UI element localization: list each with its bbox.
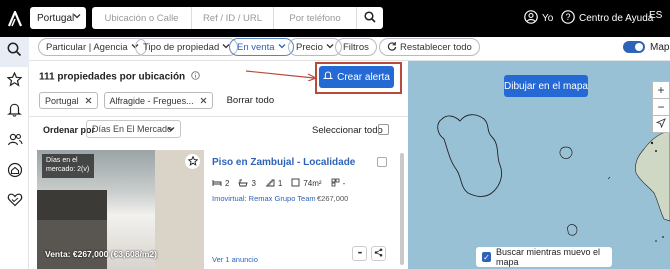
area: 74m² <box>291 178 322 189</box>
star-icon <box>6 71 23 92</box>
listing-features: 2 3 1 74m² - <box>212 178 345 189</box>
create-alert-button[interactable]: Crear alerta <box>319 66 394 88</box>
help-label: Centro de Ayuda <box>579 13 654 24</box>
nav-alerts[interactable] <box>0 97 29 127</box>
search-icon <box>7 42 22 62</box>
sale-price: Venta: €267,000 (€3,608/m2) <box>45 249 157 259</box>
help-center-link[interactable]: ? Centro de Ayuda <box>561 10 653 27</box>
grid-icon <box>331 178 340 189</box>
nav-search[interactable] <box>0 37 29 67</box>
navigation-arrow-icon <box>655 117 666 131</box>
bath-icon <box>238 179 249 189</box>
help-icon: ? <box>561 10 575 27</box>
top-navigation-bar: Portugal Ubicación o Calle Ref / ID / UR… <box>0 0 670 37</box>
listing-card[interactable]: Días en el mercado: 2(v) Venta: €267,000… <box>37 150 399 269</box>
stairs-icon <box>265 179 275 189</box>
advertiser-filter[interactable]: Particular | Agencia <box>38 38 147 56</box>
user-menu[interactable]: Yo <box>524 10 553 27</box>
reset-icon <box>387 41 397 54</box>
user-icon <box>524 10 538 27</box>
filter-chip[interactable]: Portugal <box>39 92 98 109</box>
share-button[interactable] <box>371 246 386 261</box>
nav-deals[interactable] <box>0 187 29 217</box>
bathrooms: 3 <box>238 179 256 189</box>
days-on-market-tag: Días en el mercado: 2(v) <box>42 154 94 178</box>
people-icon <box>7 132 23 152</box>
kitchen-cabinet <box>37 190 107 220</box>
star-icon <box>187 153 198 171</box>
chevron-down-icon <box>167 125 175 135</box>
property-type-filter[interactable]: Tipo de propiedad <box>135 38 239 56</box>
search-bar: Ubicación o Calle Ref / ID / URL Por tel… <box>92 7 383 29</box>
more-dots-icon: ••• <box>357 250 362 257</box>
close-icon[interactable] <box>200 96 207 106</box>
country-value: Portugal <box>37 12 75 24</box>
view-listings-link[interactable]: Ver 1 anuncio <box>212 255 258 264</box>
locate-button[interactable] <box>652 115 670 133</box>
phone-search-input[interactable]: Por teléfono <box>274 7 357 29</box>
close-icon[interactable] <box>85 96 92 106</box>
divider <box>29 116 408 117</box>
nav-favorites[interactable] <box>0 67 29 97</box>
share-icon <box>374 248 383 259</box>
map-toggle-label: Mapa <box>650 42 670 53</box>
listing-photo[interactable]: Días en el mercado: 2(v) Venta: €267,000… <box>37 150 204 269</box>
select-all-checkbox[interactable] <box>378 124 389 135</box>
zoom-in-button[interactable]: + <box>652 81 670 99</box>
zoom-out-button[interactable]: − <box>652 98 670 116</box>
reset-filters-button[interactable]: Restablecer todo <box>379 38 480 56</box>
side-navigation <box>0 37 29 269</box>
country-select[interactable]: Portugal <box>30 7 86 29</box>
search-button[interactable] <box>357 7 383 29</box>
clear-all-link[interactable]: Borrar todo <box>227 95 275 106</box>
chevron-down-icon <box>73 12 81 23</box>
more-filters-button[interactable]: Filtros <box>335 38 377 56</box>
map-panel[interactable]: Dibujar en el mapa + − ✓ Buscar mientras… <box>408 61 670 269</box>
handshake-heart-icon <box>7 192 23 212</box>
active-filter-chips: Portugal Alfragide - Fregues... Borrar t… <box>39 92 274 109</box>
bed-icon <box>212 179 222 189</box>
arrow-annotation <box>245 70 318 81</box>
house-money-icon <box>7 162 23 183</box>
filter-bar: Particular | Agencia Tipo de propiedad E… <box>29 37 670 61</box>
chevron-down-icon <box>326 42 334 53</box>
draw-on-map-button[interactable]: Dibujar en el mapa <box>504 75 588 97</box>
search-on-map-move[interactable]: ✓ Buscar mientras muevo el mapa <box>476 247 612 267</box>
sort-select[interactable]: Días En El Mercado <box>86 120 181 138</box>
floor: 1 <box>265 179 282 189</box>
list-scrollbar[interactable] <box>400 153 404 265</box>
search-icon <box>364 10 376 26</box>
favorite-button[interactable] <box>185 154 200 169</box>
chevron-down-icon <box>278 42 286 53</box>
info-icon[interactable] <box>191 71 200 83</box>
listing-checkbox[interactable] <box>377 157 387 167</box>
nav-valuation[interactable] <box>0 157 29 187</box>
operation-filter[interactable]: En venta <box>229 38 294 56</box>
user-label: Yo <box>542 13 554 24</box>
listing-price: €267,000 <box>317 194 349 203</box>
area-icon <box>291 178 300 189</box>
app-logo[interactable] <box>0 0 30 37</box>
agency-name[interactable]: Imovirtual: Remax Grupo Team <box>212 194 316 203</box>
listing-title[interactable]: Piso en Zambujal - Localidade <box>212 157 355 168</box>
kitchen-lower <box>37 220 107 269</box>
filter-chip[interactable]: Alfragide - Fregues... <box>103 92 213 109</box>
bedrooms: 2 <box>212 179 229 189</box>
bell-icon <box>322 70 334 84</box>
map-toggle[interactable] <box>623 41 645 53</box>
select-all-label: Seleccionar todo <box>312 125 383 136</box>
nav-contacts[interactable] <box>0 127 29 157</box>
location-search-input[interactable]: Ubicación o Calle <box>92 7 192 29</box>
bell-icon <box>7 102 22 122</box>
checkbox-checked-icon[interactable]: ✓ <box>482 252 491 262</box>
results-count: 111 propiedades por ubicación <box>39 71 200 83</box>
extra-feature: - <box>331 178 345 189</box>
price-filter[interactable]: Precio <box>288 38 342 56</box>
more-actions-button[interactable]: ••• <box>352 246 367 261</box>
svg-text:?: ? <box>565 12 570 22</box>
reference-search-input[interactable]: Ref / ID / URL <box>192 7 274 29</box>
language-select[interactable]: ES <box>649 10 662 21</box>
